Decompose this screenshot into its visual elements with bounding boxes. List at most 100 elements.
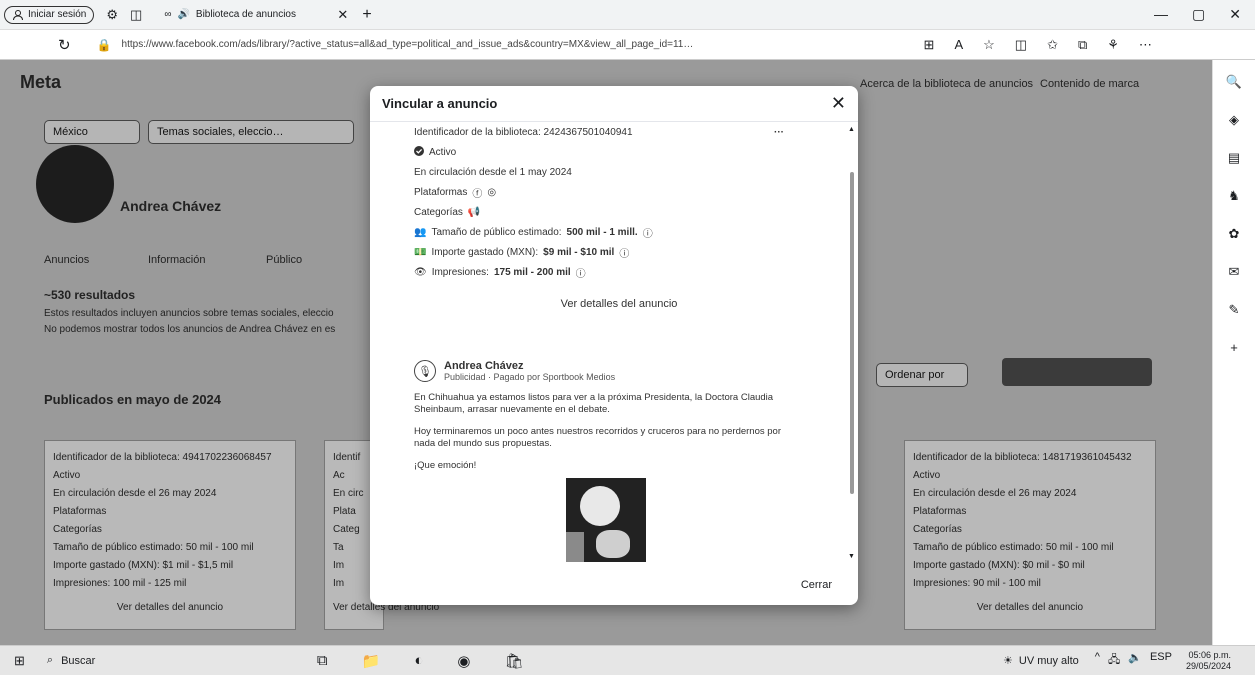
reload-icon[interactable]: ↻ xyxy=(58,36,71,54)
scroll-down-icon[interactable]: ▼ xyxy=(848,553,855,560)
status-text: Activo xyxy=(429,146,457,158)
facebook-icon: ⓕ xyxy=(472,188,483,200)
window-controls: — ▢ ✕ xyxy=(1154,6,1255,23)
close-button[interactable]: Cerrar xyxy=(801,579,832,591)
clock-time: 05:06 p.m. xyxy=(1188,649,1231,660)
app-icon[interactable]: ⊞ xyxy=(924,37,935,53)
audience-row: 👥 Tamaño de público estimado: 500 mil - … xyxy=(414,222,824,242)
card-audience: Tamaño de público estimado: 50 mil - 100… xyxy=(53,542,254,553)
tab-actions-icon[interactable]: ◫ xyxy=(130,7,142,23)
profile-avatar xyxy=(36,145,114,223)
more-options-icon[interactable]: ··· xyxy=(774,127,784,138)
tab-close-icon[interactable]: ✕ xyxy=(337,7,348,23)
store-icon[interactable]: 🛍 xyxy=(504,652,523,670)
card-details-link[interactable]: Ver detalles del anuncio xyxy=(913,599,1147,617)
briefcase-icon[interactable]: ▤ xyxy=(1228,150,1240,166)
tab-info[interactable]: Información xyxy=(148,254,205,266)
new-tab-icon[interactable]: + xyxy=(362,6,371,24)
restore-icon[interactable]: ▢ xyxy=(1192,6,1205,23)
section-title: Publicados en mayo de 2024 xyxy=(44,392,222,407)
window-close-icon[interactable]: ✕ xyxy=(1229,6,1241,23)
chrome-icon[interactable]: ◉ xyxy=(457,652,470,670)
clock[interactable]: 05:06 p.m. 29/05/2024 xyxy=(1186,650,1231,672)
scroll-up-icon[interactable]: ▲ xyxy=(848,126,855,133)
meta-logo: Meta xyxy=(20,72,62,92)
nav-branded-content[interactable]: Contenido de marca xyxy=(1040,78,1139,90)
advertiser-name[interactable]: Andrea Chávez xyxy=(444,360,615,372)
minimize-icon[interactable]: — xyxy=(1154,6,1168,23)
taskbar: ⊞ ⌕ Buscar ⧉ 📁 ◐ ◉ 🛍 ☀ UV muy alto ^ 🖧 🔈… xyxy=(0,645,1255,675)
add-icon[interactable]: + xyxy=(1230,340,1238,355)
info-icon[interactable]: ⓘ xyxy=(619,245,629,260)
browser-tab[interactable]: ∞ 🔊 Biblioteca de anuncios ✕ xyxy=(156,3,356,27)
extensions-icon[interactable]: ⚘ xyxy=(1107,37,1119,53)
edge-sidebar: 🔍 ◈ ▤ ♞ ✿ ✉ ✎ + xyxy=(1212,60,1255,645)
since-row: En circulación desde el 1 may 2024 xyxy=(414,162,824,182)
meta-favicon-icon: ∞ xyxy=(164,9,172,20)
designer-icon[interactable]: ✎ xyxy=(1229,302,1240,318)
audience-label: Tamaño de público estimado: xyxy=(431,226,562,238)
collections-icon[interactable]: ⧉ xyxy=(1078,37,1087,53)
card-audience: Tamaño de público estimado: 50 mil - 100… xyxy=(913,542,1114,553)
card-details-link[interactable]: Ver detalles del anuncio xyxy=(53,599,287,617)
scrollbar-thumb[interactable] xyxy=(850,172,854,494)
advertiser-avatar[interactable]: 🎙 xyxy=(414,360,436,382)
windows-start-icon[interactable]: ⊞ xyxy=(14,653,25,669)
favorite-star-icon[interactable]: ☆ xyxy=(983,37,995,53)
language-indicator[interactable]: ESP xyxy=(1150,651,1172,670)
advertiser-subtitle: Publicidad · Pagado por Sportbook Medios xyxy=(444,372,616,382)
spend-label: Importe gastado (MXN): xyxy=(431,246,539,258)
url-field[interactable]: https://www.facebook.com/ads/library/?ac… xyxy=(122,39,912,50)
card-since: En circulación desde el 26 may 2024 xyxy=(53,488,217,499)
country-filter[interactable]: México xyxy=(44,120,140,144)
games-icon[interactable]: ♞ xyxy=(1228,188,1240,204)
card-since: En circ xyxy=(333,488,364,499)
see-ad-details-button[interactable]: Ver detalles del anuncio xyxy=(414,286,824,322)
card-status: Activo xyxy=(913,470,941,481)
card-details-link[interactable]: Ver detalles del anuncio xyxy=(333,599,439,617)
more-icon[interactable]: ⋯ xyxy=(1139,37,1152,53)
split-screen-icon[interactable]: ◫ xyxy=(1015,37,1027,53)
card-categories: Categ xyxy=(333,524,360,535)
network-icon[interactable]: 🖧 xyxy=(1108,651,1120,670)
ad-card: Identificador de la biblioteca: 14817193… xyxy=(904,440,1156,630)
advertiser-header: 🎙 Andrea Chávez Publicidad · Pagado por … xyxy=(414,360,824,382)
volume-icon[interactable]: 🔈 xyxy=(1128,651,1142,670)
tab-audience[interactable]: Público xyxy=(266,254,302,266)
favorites-icon[interactable]: ✩ xyxy=(1047,37,1058,53)
signin-button[interactable]: Iniciar sesión xyxy=(4,5,95,24)
chevron-up-icon[interactable]: ^ xyxy=(1095,651,1100,670)
read-aloud-icon[interactable]: A xyxy=(954,37,963,53)
info-icon[interactable]: ⓘ xyxy=(643,225,653,240)
search-icon[interactable]: 🔍 xyxy=(1226,74,1242,90)
workspaces-icon[interactable]: ⚙ xyxy=(106,7,118,23)
address-bar: ↻ 🔒 https://www.facebook.com/ads/library… xyxy=(0,30,1255,60)
task-view-icon[interactable]: ⧉ xyxy=(317,652,328,670)
weather-widget[interactable]: ☀ UV muy alto xyxy=(1003,654,1079,668)
tools-icon[interactable]: ✿ xyxy=(1229,226,1240,242)
info-icon[interactable]: ⓘ xyxy=(576,265,586,280)
category-filter[interactable]: Temas sociales, eleccio… xyxy=(148,120,354,144)
nav-about-library[interactable]: Acerca de la biblioteca de anuncios xyxy=(860,78,1033,90)
platforms-row: Plataformas ⓕ ◎ xyxy=(414,182,824,202)
dialog-close-icon[interactable]: ✕ xyxy=(831,93,846,114)
clock-date: 29/05/2024 xyxy=(1185,660,1231,671)
tab-ads[interactable]: Anuncios xyxy=(44,254,89,266)
instagram-icon: ◎ xyxy=(487,186,497,198)
sort-dropdown[interactable]: Ordenar por xyxy=(876,363,968,387)
edge-icon[interactable]: ◐ xyxy=(414,652,423,670)
ad-image[interactable] xyxy=(566,478,646,562)
impressions-row: 👁 Impresiones: 175 mil - 200 mil ⓘ xyxy=(414,262,824,282)
dialog-body[interactable]: Identificador de la biblioteca: 24243675… xyxy=(370,122,846,562)
card-id: Identif xyxy=(333,452,361,463)
file-explorer-icon[interactable]: 📁 xyxy=(362,652,381,670)
outlook-icon[interactable]: ✉ xyxy=(1229,264,1240,280)
library-id-row: Identificador de la biblioteca: 24243675… xyxy=(414,122,824,142)
dialog-scrollbar[interactable]: ▲ ▼ xyxy=(848,126,855,560)
taskbar-search[interactable]: ⌕ Buscar xyxy=(47,654,247,667)
card-spend: Importe gastado (MXN): $0 mil - $0 mil xyxy=(913,560,1085,571)
ad-card: Identificador de la biblioteca: 49417022… xyxy=(44,440,296,630)
link-to-ad-dialog: Vincular a anuncio ✕ Identificador de la… xyxy=(370,86,858,605)
lock-icon[interactable]: 🔒 xyxy=(97,38,112,52)
tag-icon[interactable]: ◈ xyxy=(1229,112,1239,128)
